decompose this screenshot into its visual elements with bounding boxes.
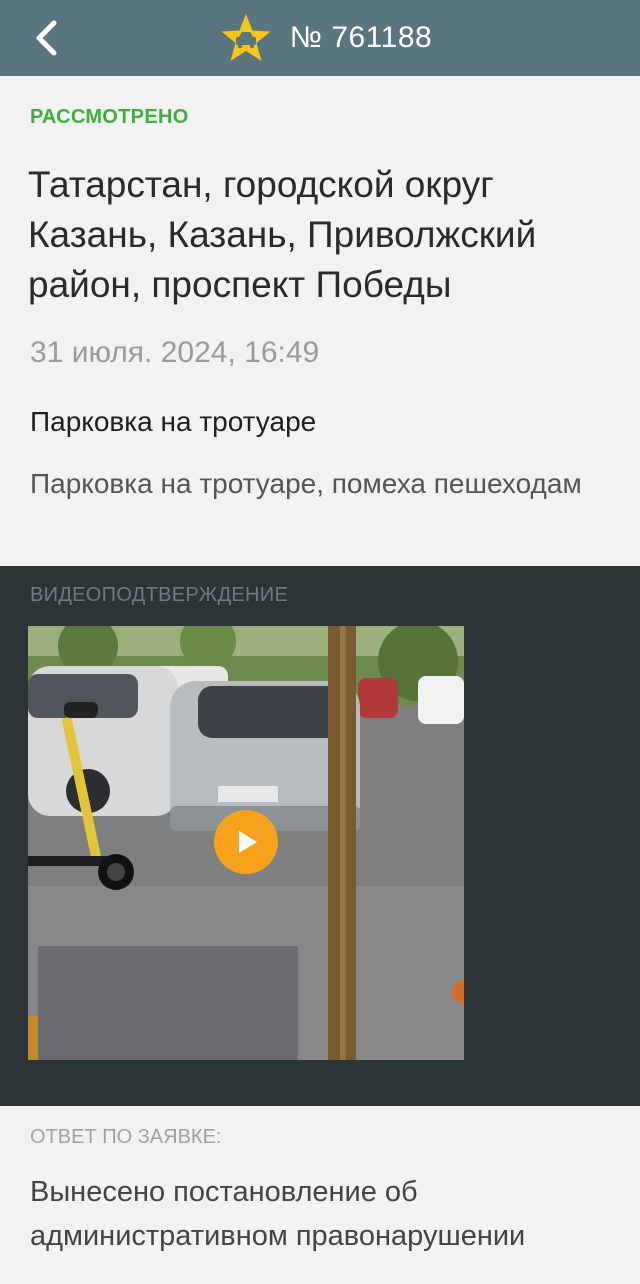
answer-label: ОТВЕТ ПО ЗАЯВКЕ: <box>30 1126 222 1148</box>
header-title: № 761188 <box>220 13 432 63</box>
status-badge: РАССМОТРЕНО <box>30 106 189 128</box>
play-button[interactable] <box>214 810 278 874</box>
report-date: 31 июля. 2024, 16:49 <box>30 336 320 369</box>
back-button[interactable] <box>26 16 66 60</box>
chevron-left-icon <box>36 20 57 56</box>
star-car-icon <box>221 14 271 61</box>
violation-description: Парковка на тротуаре, помеха пешеходам <box>30 468 582 499</box>
top-bar: № 761188 <box>0 0 640 76</box>
video-section-label: ВИДЕОПОДТВЕРЖДЕНИЕ <box>30 584 289 606</box>
report-number: № 761188 <box>289 21 433 54</box>
report-address: Татарстан, городской округ Казань, Казан… <box>28 164 537 305</box>
violation-title: Парковка на тротуаре <box>30 406 317 437</box>
answer-text: Вынесено постановление об административн… <box>30 1176 526 1252</box>
play-icon <box>239 831 257 853</box>
